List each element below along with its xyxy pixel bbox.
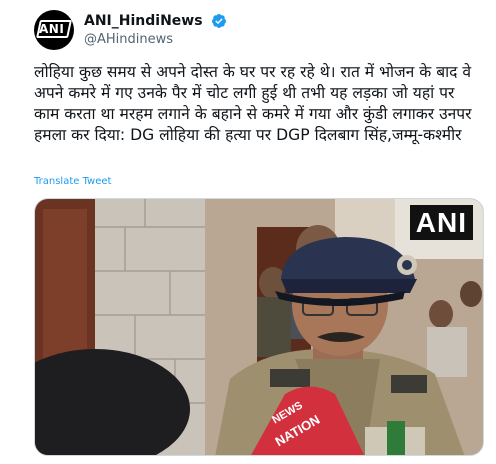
display-name[interactable]: ANI_HindiNews <box>84 13 203 29</box>
tweet-media-image[interactable]: ANI NEWS NATION <box>34 198 484 456</box>
tweet-text: लोहिया कुछ समय से अपने दोस्त के घर पर रह… <box>34 63 472 144</box>
tweet-card: ANI ANI_HindiNews @AHindinews लोहिया कुछ… <box>0 0 496 464</box>
avatar[interactable]: ANI <box>34 10 74 50</box>
author-names: ANI_HindiNews @AHindinews <box>84 10 227 47</box>
avatar-logo-text: ANI <box>39 22 65 36</box>
verified-badge-icon <box>211 13 226 28</box>
handle[interactable]: @AHindinews <box>84 32 227 47</box>
translate-tweet-link[interactable]: Translate Tweet <box>34 176 111 187</box>
ani-watermark: ANI <box>409 205 473 240</box>
